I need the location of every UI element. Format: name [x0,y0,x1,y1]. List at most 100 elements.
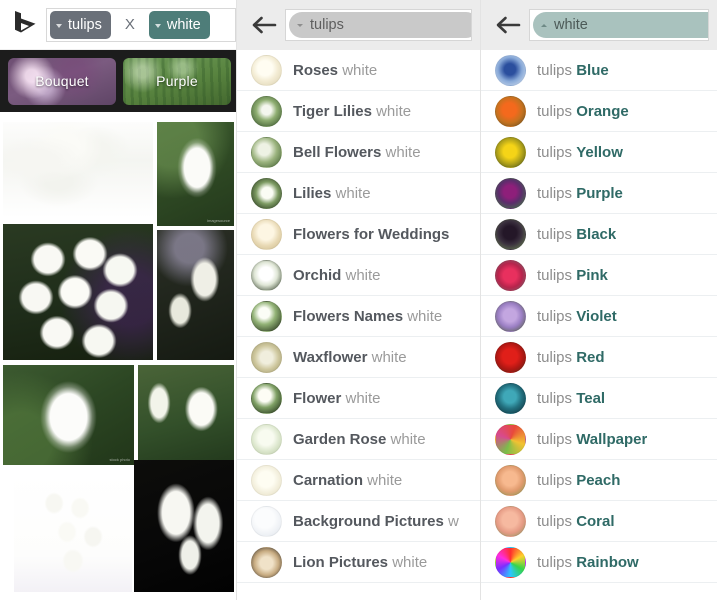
suggestion-row[interactable]: Lion Pictures white [237,542,480,583]
suggestion-term: Peach [576,472,621,488]
suggestion-row[interactable]: Tiger Lilies white [237,91,480,132]
suggestion-term: Blue [576,62,609,78]
image-result-white-tulip-vase[interactable] [14,472,132,592]
suggestion-label: tulips Orange [537,104,629,119]
image-result-white-tulip-pair[interactable] [138,365,234,465]
suggestion-row[interactable]: tulips Red [481,337,717,378]
suggestion-term: Tiger Lilies [293,103,372,119]
suggestion-term: Rainbow [576,554,639,570]
suggestion-row[interactable]: tulips Orange [481,91,717,132]
suggestion-suffix: white [386,431,426,447]
suggestion-thumbnail [251,423,282,455]
suggestion-label: tulips Yellow [537,145,623,160]
suggestion-label: tulips Rainbow [537,555,639,570]
search-input[interactable]: white [529,9,709,41]
filter-chip-bouquet[interactable]: Bouquet [8,57,116,105]
suggestion-row[interactable]: Carnation white [237,460,480,501]
suggestion-row[interactable]: Roses white [237,50,480,91]
chip-label: Bouquet [35,73,89,89]
suggestion-suffix: white [381,144,421,160]
chip-label: Purple [156,73,198,89]
suggestion-thumbnail [251,259,282,291]
suggestion-suffix: white [388,554,428,570]
suggestion-row[interactable]: Lilies white [237,173,480,214]
suggestion-thumbnail [495,177,526,209]
suggestion-thumbnail [251,546,282,578]
suggestion-row[interactable]: tulips Purple [481,173,717,214]
suggestion-row[interactable]: Bell Flowers white [237,132,480,173]
query-pill-tulips[interactable]: tulips [289,12,471,38]
suggestion-row[interactable]: tulips Violet [481,296,717,337]
image-result-white-tulip-macro[interactable]: stock photo [3,365,134,465]
image-result-white-tulips-dark[interactable] [157,230,234,360]
suggestion-term: Orange [576,103,629,119]
suggestion-suffix: white [341,390,381,406]
suggestion-label: Lion Pictures white [293,555,427,570]
image-result-white-tulip-bouquet[interactable] [3,122,153,218]
query-pill-white[interactable]: white [533,12,708,38]
suggestion-thumbnail [251,177,282,209]
suggestion-row[interactable]: tulips Rainbow [481,542,717,583]
bing-search-bar: tulips X white [0,0,236,50]
suggestions-panel-tulips: tulips Roses white Tiger Lilies white Bell… [236,0,480,600]
suggestion-term: Orchid [293,267,342,283]
suggestion-row[interactable]: Background Pictures w [237,501,480,542]
suggestion-row[interactable]: tulips Wallpaper [481,419,717,460]
suggestion-prefix: tulips [537,103,577,119]
suggestion-row[interactable]: tulips Coral [481,501,717,542]
suggestion-list[interactable]: Roses white Tiger Lilies white Bell Flower… [237,50,480,600]
suggestion-thumbnail [251,54,282,86]
suggestion-row[interactable]: tulips Teal [481,378,717,419]
suggestion-prefix: tulips [537,267,577,283]
suggestions-header: white [481,0,717,50]
suggestion-term: Flowers Names [293,308,404,324]
suggestion-thumbnail [251,382,282,414]
suggestion-label: tulips Coral [537,514,615,529]
suggestion-label: tulips Wallpaper [537,432,647,447]
suggestion-thumbnail [495,464,526,496]
clear-search-button[interactable]: X [110,10,149,39]
suggestion-label: tulips Peach [537,473,620,488]
suggestion-term: Coral [576,513,615,529]
suggestion-prefix: tulips [537,185,577,201]
suggestion-row[interactable]: Flowers Names white [237,296,480,337]
suggestion-term: Pink [576,267,608,283]
suggestion-row[interactable]: tulips Peach [481,460,717,501]
suggestion-list[interactable]: tulips Blue tulips Orange tulips Yellow tul… [481,50,717,600]
suggestion-row[interactable]: tulips Black [481,214,717,255]
search-input[interactable]: tulips [285,9,472,41]
search-token-label: tulips [68,16,102,33]
suggestion-row[interactable]: Flower white [237,378,480,419]
suggestion-label: Carnation white [293,473,402,488]
suggestion-term: Background Pictures [293,513,444,529]
back-arrow-icon[interactable] [487,15,529,35]
bing-images-panel: tulips X white Bouquet Purple imagesourc… [0,0,236,600]
suggestion-thumbnail [495,259,526,291]
suggestion-row[interactable]: Waxflower white [237,337,480,378]
image-result-white-tulips-black-bg[interactable] [134,460,234,592]
suggestion-thumbnail [495,341,526,373]
suggestion-prefix: tulips [537,390,577,406]
suggestion-suffix: white [338,62,378,78]
image-result-white-tulip-field[interactable] [3,224,153,360]
search-token-white[interactable]: white [148,10,210,39]
back-arrow-icon[interactable] [243,15,285,35]
suggestion-row[interactable]: Flowers for Weddings [237,214,480,255]
suggestion-row[interactable]: Garden Rose white [237,419,480,460]
search-input[interactable]: tulips X white [46,7,236,42]
filter-chip-purple[interactable]: Purple [123,57,231,105]
suggestion-row[interactable]: tulips Pink [481,255,717,296]
suggestion-prefix: tulips [537,513,577,529]
bing-logo-icon[interactable] [6,10,46,40]
suggestion-thumbnail [251,300,282,332]
suggestion-thumbnail [251,136,282,168]
image-result-single-white-tulip-green[interactable]: imagesource [157,122,234,226]
search-token-tulips[interactable]: tulips [50,10,111,39]
suggestion-row[interactable]: tulips Blue [481,50,717,91]
suggestion-label: tulips Black [537,227,616,242]
suggestion-row[interactable]: Orchid white [237,255,480,296]
suggestion-label: Background Pictures w [293,514,459,529]
suggestion-suffix: w [443,513,459,529]
suggestion-row[interactable]: tulips Yellow [481,132,717,173]
suggestion-term: Flower [293,390,342,406]
